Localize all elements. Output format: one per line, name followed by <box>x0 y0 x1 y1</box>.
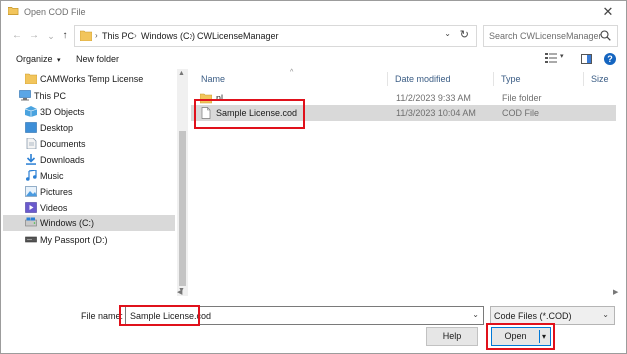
sidebar-item-label: Pictures <box>40 187 73 197</box>
file-type-value: Code Files (*.COD) <box>494 311 572 321</box>
search-box[interactable]: Search CWLicenseManager <box>483 25 618 47</box>
organize-label: Organize <box>16 54 53 64</box>
videos-icon <box>25 202 37 213</box>
sidebar-item-videos[interactable]: Videos <box>3 200 175 216</box>
folder-open-icon <box>8 7 19 15</box>
column-header-name[interactable]: Name <box>201 74 225 84</box>
folder-icon <box>25 73 37 84</box>
breadcrumb-windows-c[interactable]: Windows (C:) <box>141 31 195 41</box>
scroll-right-arrow-icon[interactable]: ▶ <box>613 288 618 296</box>
column-divider[interactable] <box>493 72 494 86</box>
forward-arrow-icon[interactable]: → <box>27 29 41 43</box>
file-name-label: File name: <box>81 311 124 321</box>
sidebar-item-label: This PC <box>34 91 67 101</box>
sidebar-item-label: Desktop <box>40 123 74 133</box>
highlight-file-selection <box>194 99 305 129</box>
column-header-type[interactable]: Type <box>501 74 521 84</box>
up-arrow-icon[interactable]: ↑ <box>58 29 72 43</box>
navigation-pane-scrollbar[interactable]: ▲ ▼ <box>177 69 188 296</box>
pictures-icon <box>25 186 37 197</box>
open-file-dialog: Open COD File ✕ ← → ⌄ ↑ › This PC › Wind… <box>0 0 627 354</box>
help-icon[interactable]: ? <box>604 53 616 65</box>
documents-icon <box>26 138 37 149</box>
3d-objects-icon <box>25 106 37 117</box>
file-type: COD File <box>502 108 540 118</box>
view-chevron-icon: ▾ <box>560 53 564 60</box>
file-date: 11/2/2023 9:33 AM <box>396 93 471 103</box>
sidebar-item-label: CAMWorks Temp License <box>40 74 144 84</box>
breadcrumb-separator: › <box>190 31 193 40</box>
search-input[interactable]: Search CWLicenseManager <box>489 31 602 41</box>
sidebar-item-downloads[interactable]: Downloads <box>3 152 175 168</box>
music-icon <box>26 170 37 181</box>
drive-icon <box>25 217 37 227</box>
sidebar-item-label: 3D Objects <box>40 107 85 117</box>
sidebar-item-desktop[interactable]: Desktop <box>3 120 175 136</box>
sidebar-item-pictures[interactable]: Pictures <box>3 184 175 200</box>
sidebar-item-this-pc[interactable]: This PC <box>3 88 175 104</box>
command-bar: Organize ▾ New folder ▾ ? <box>1 49 626 69</box>
sidebar-item-3d-objects[interactable]: 3D Objects <box>3 104 175 120</box>
scroll-left-arrow-icon[interactable]: ◀ <box>177 288 182 296</box>
help-button[interactable]: Help <box>426 327 478 346</box>
sidebar-item-label: Music <box>40 171 64 181</box>
sidebar-item-camworks-temp-license[interactable]: CAMWorks Temp License <box>3 71 175 87</box>
sidebar-item-label: Windows (C:) <box>40 218 95 228</box>
sidebar-item-label: My Passport (D:) <box>40 235 108 245</box>
breadcrumb-cwlicensemanager[interactable]: CWLicenseManager <box>197 31 279 41</box>
navigation-pane: CAMWorks Temp License This PC 3D Objects… <box>3 69 188 296</box>
organize-button[interactable]: Organize ▾ <box>16 54 61 64</box>
column-divider[interactable] <box>583 72 584 86</box>
organize-chevron-icon: ▾ <box>57 57 61 64</box>
search-icon[interactable] <box>600 30 611 41</box>
highlight-open-button <box>486 323 555 350</box>
computer-icon <box>19 90 31 101</box>
highlight-file-name <box>119 305 200 326</box>
sidebar-item-windows-c[interactable]: Windows (C:) <box>3 215 175 231</box>
folder-icon <box>80 30 92 41</box>
chevron-down-icon[interactable]: ⌄ <box>602 310 609 319</box>
file-date: 11/3/2023 10:04 AM <box>396 108 476 118</box>
sidebar-item-label: Downloads <box>40 155 85 165</box>
sidebar-item-label: Videos <box>40 203 68 213</box>
address-bar[interactable]: › This PC › Windows (C:) › CWLicenseMana… <box>74 25 477 47</box>
new-folder-button[interactable]: New folder <box>76 54 119 64</box>
sort-ascending-icon: ^ <box>290 69 294 76</box>
column-header-size[interactable]: Size <box>591 74 609 84</box>
sidebar-item-music[interactable]: Music <box>3 168 175 184</box>
navigation-bar: ← → ⌄ ↑ › This PC › Windows (C:) › CWLic… <box>1 23 626 49</box>
scroll-up-arrow-icon[interactable]: ▲ <box>178 70 185 77</box>
desktop-icon <box>25 122 37 133</box>
recent-locations-chevron-icon[interactable]: ⌄ <box>44 29 58 43</box>
window-title: Open COD File <box>24 7 86 17</box>
sidebar-item-my-passport-d[interactable]: My Passport (D:) <box>3 232 175 248</box>
column-divider[interactable] <box>387 72 388 86</box>
title-bar: Open COD File ✕ <box>1 1 626 23</box>
file-type: File folder <box>502 93 542 103</box>
downloads-icon <box>26 154 36 165</box>
refresh-icon[interactable]: ↻ <box>460 28 469 41</box>
breadcrumb-separator: › <box>95 31 98 40</box>
address-dropdown-icon[interactable]: ⌄ <box>444 29 451 38</box>
scrollbar-thumb[interactable] <box>179 131 186 286</box>
column-header-date-modified[interactable]: Date modified <box>395 74 451 84</box>
back-arrow-icon[interactable]: ← <box>10 29 24 43</box>
sidebar-item-label: Documents <box>40 139 86 149</box>
usb-drive-icon <box>25 236 37 243</box>
sidebar-item-documents[interactable]: Documents <box>3 136 175 152</box>
chevron-down-icon[interactable]: ⌄ <box>472 310 479 319</box>
breadcrumb-this-pc[interactable]: This PC <box>102 31 134 41</box>
breadcrumb-separator: › <box>134 31 137 40</box>
file-list-horizontal-scrollbar[interactable]: ◀ ▶ <box>177 288 626 296</box>
view-list-icon <box>545 53 557 63</box>
preview-pane-icon[interactable] <box>581 54 592 64</box>
close-icon[interactable]: ✕ <box>600 4 616 20</box>
